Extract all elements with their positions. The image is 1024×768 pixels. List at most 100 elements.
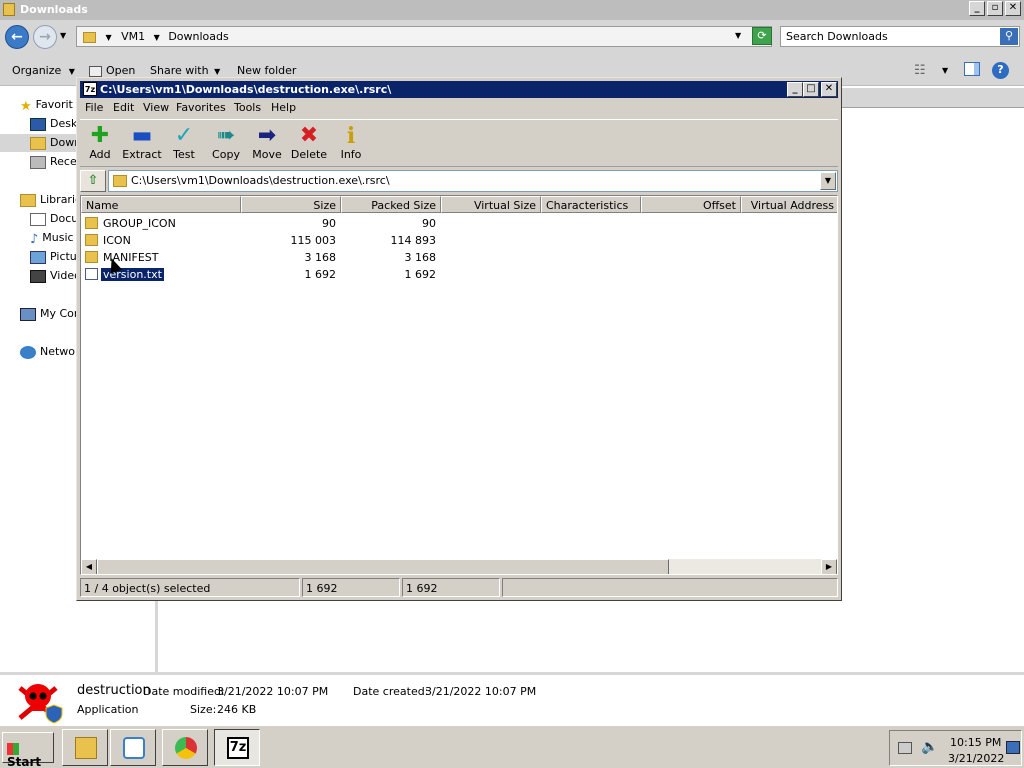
nav-item-documents[interactable]: Docu xyxy=(30,212,78,226)
clock-time[interactable]: 10:15 PM xyxy=(950,736,1001,749)
minimize-button[interactable]: _ xyxy=(787,82,803,97)
menu-favorites[interactable]: Favorites xyxy=(176,101,226,114)
nav-item-network[interactable]: Networ xyxy=(20,345,80,359)
breadcrumb-item-vm1[interactable]: VM1 xyxy=(121,30,145,43)
item-packed-size: 114 893 xyxy=(390,234,437,247)
refresh-button[interactable]: ⟳ xyxy=(752,27,772,45)
refresh-icon: ⟳ xyxy=(757,29,767,42)
up-folder-button[interactable]: ⇧ xyxy=(80,170,106,192)
chevron-down-icon: ▼ xyxy=(68,67,75,76)
share-with-button[interactable]: Share with ▼ xyxy=(150,64,220,77)
open-button[interactable]: Open xyxy=(89,64,135,77)
network-tray-icon[interactable] xyxy=(898,742,912,754)
menu-help[interactable]: Help xyxy=(271,101,296,114)
chevron-down-icon[interactable]: ▼ xyxy=(735,31,741,40)
menu-tools[interactable]: Tools xyxy=(234,101,261,114)
nav-item-music[interactable]: ♪ Music xyxy=(30,231,74,247)
list-item-selected[interactable]: version.txt 1 692 1 692 xyxy=(81,266,837,283)
move-button[interactable]: ➡ Move xyxy=(247,124,287,162)
start-button[interactable]: Start xyxy=(2,732,54,768)
maximize-button[interactable]: □ xyxy=(803,82,819,97)
breadcrumb-item-downloads[interactable]: Downloads xyxy=(168,30,228,43)
open-label: Open xyxy=(106,64,136,77)
scroll-right-icon[interactable]: ▶ xyxy=(821,559,837,574)
date-created-label: Date created: xyxy=(353,685,429,698)
path-combobox[interactable]: C:\Users\vm1\Downloads\destruction.exe\.… xyxy=(108,170,838,192)
test-button[interactable]: ✓ Test xyxy=(164,124,204,162)
column-virtual-address[interactable]: Virtual Address xyxy=(741,196,837,213)
preview-pane-icon[interactable] xyxy=(964,62,980,76)
nav-item-downloads[interactable]: Down xyxy=(30,136,81,150)
volume-icon[interactable]: 🔈 xyxy=(921,739,938,755)
taskbar-chrome-button[interactable] xyxy=(162,729,208,766)
sevenzip-window: 7z C:\Users\vm1\Downloads\destruction.ex… xyxy=(76,77,842,601)
new-folder-button[interactable]: New folder xyxy=(237,64,296,77)
sevenzip-menu-bar: File Edit View Favorites Tools Help xyxy=(80,99,838,118)
item-packed-size: 90 xyxy=(422,217,436,230)
chevron-down-icon[interactable]: ▼ xyxy=(106,33,112,42)
restore-button[interactable]: ▫ xyxy=(987,1,1003,16)
close-button[interactable]: ✕ xyxy=(1005,1,1021,16)
back-button[interactable]: ← xyxy=(5,25,29,49)
nav-item-recent[interactable]: Rece xyxy=(30,155,77,169)
column-offset[interactable]: Offset xyxy=(641,196,741,213)
nav-item-desktop[interactable]: Deskt xyxy=(30,117,82,131)
scroll-left-icon[interactable]: ◀ xyxy=(81,559,97,574)
file-name: destruction xyxy=(77,683,151,698)
search-input[interactable]: Search Downloads ⚲ xyxy=(780,26,1020,47)
menu-view[interactable]: View xyxy=(143,101,169,114)
menu-edit[interactable]: Edit xyxy=(113,101,134,114)
add-button[interactable]: ✚ Add xyxy=(80,124,120,162)
delete-button[interactable]: ✖ Delete xyxy=(289,123,329,162)
close-button[interactable]: ✕ xyxy=(821,82,837,97)
organize-button[interactable]: Organize ▼ xyxy=(12,64,75,77)
nav-item-videos[interactable]: Video xyxy=(30,269,81,283)
nav-item-libraries[interactable]: Librarie xyxy=(20,193,82,207)
chevron-down-icon[interactable]: ▼ xyxy=(60,31,66,40)
column-name[interactable]: Name xyxy=(81,196,241,213)
sevenzip-icon: 7z xyxy=(227,737,249,759)
chevron-down-icon[interactable]: ▼ xyxy=(942,66,948,75)
folder-icon xyxy=(113,175,127,187)
folder-icon xyxy=(85,217,98,229)
chevron-down-icon[interactable]: ▼ xyxy=(820,172,836,190)
info-label: Info xyxy=(340,148,362,161)
column-packed-size[interactable]: Packed Size xyxy=(341,196,441,213)
text-file-icon xyxy=(85,268,98,280)
show-desktop-icon[interactable] xyxy=(1006,741,1020,754)
taskbar-media-player-button[interactable] xyxy=(110,729,156,766)
delete-label: Delete xyxy=(290,148,328,161)
scroll-thumb[interactable] xyxy=(97,559,669,574)
chrome-icon xyxy=(175,737,197,759)
arrow-right-icon: → xyxy=(39,29,51,45)
taskbar-explorer-button[interactable] xyxy=(62,729,108,766)
menu-file[interactable]: File xyxy=(85,101,103,114)
list-item[interactable]: MANIFEST 3 168 3 168 xyxy=(81,249,837,266)
nav-label: Rece xyxy=(50,155,77,168)
sevenzip-title-bar[interactable]: 7z C:\Users\vm1\Downloads\destruction.ex… xyxy=(80,81,838,98)
column-characteristics[interactable]: Characteristics xyxy=(541,196,641,213)
nav-item-favorites[interactable]: ★ Favorit xyxy=(20,98,73,114)
minimize-button[interactable]: _ xyxy=(969,1,985,16)
list-item[interactable]: ICON 115 003 114 893 xyxy=(81,232,837,249)
taskbar-7zip-button[interactable]: 7z xyxy=(214,729,260,766)
breadcrumb[interactable]: ▼ VM1 ▼ Downloads ▼ xyxy=(76,26,772,47)
view-options-icon[interactable]: ☷ xyxy=(914,63,926,78)
minus-icon: ▬ xyxy=(131,123,153,148)
clock-date[interactable]: 3/21/2022 xyxy=(948,752,1004,765)
nav-item-computer[interactable]: My Com xyxy=(20,307,85,321)
list-item[interactable]: GROUP_ICON 90 90 xyxy=(81,215,837,232)
info-button[interactable]: i Info xyxy=(331,124,371,161)
column-size[interactable]: Size xyxy=(241,196,341,213)
search-icon[interactable]: ⚲ xyxy=(1000,28,1018,45)
chevron-down-icon[interactable]: ▼ xyxy=(154,33,160,42)
move-label: Move xyxy=(252,148,282,161)
column-virtual-size[interactable]: Virtual Size xyxy=(441,196,541,213)
extract-button[interactable]: ▬ Extract xyxy=(122,123,162,162)
forward-button[interactable]: → xyxy=(33,25,57,49)
copy-button[interactable]: ➠ Copy xyxy=(206,124,246,162)
x-icon: ✖ xyxy=(299,123,319,148)
horizontal-scrollbar[interactable]: ◀ ▶ xyxy=(81,559,837,574)
help-icon[interactable]: ? xyxy=(992,62,1009,79)
nav-item-pictures[interactable]: Pictur xyxy=(30,250,81,264)
